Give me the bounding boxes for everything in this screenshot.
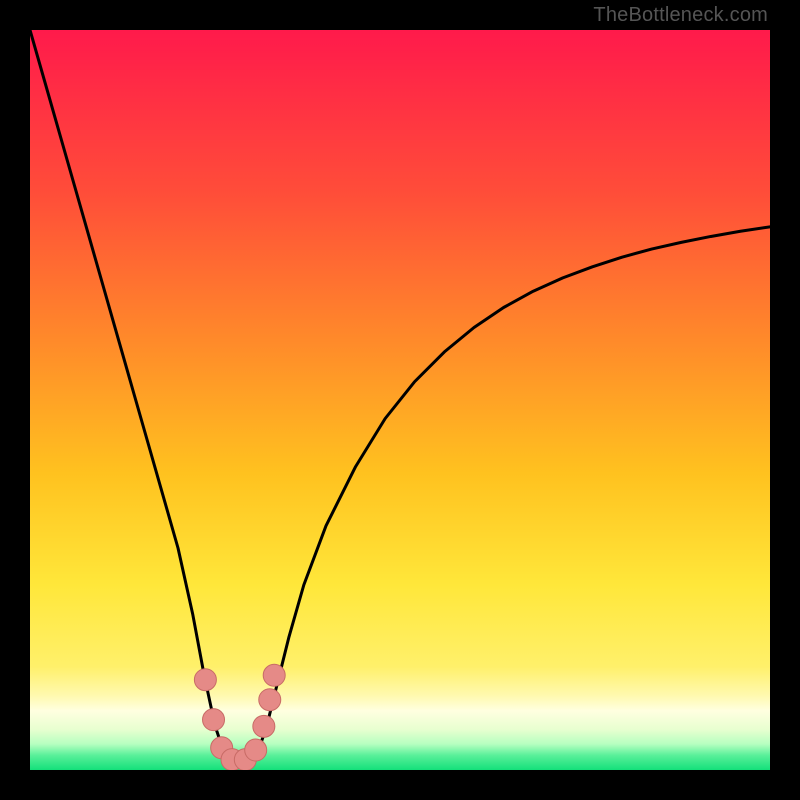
curve-marker xyxy=(245,739,267,761)
curve-marker xyxy=(203,709,225,731)
curve-marker xyxy=(253,715,275,737)
plot-area xyxy=(30,30,770,770)
watermark-text: TheBottleneck.com xyxy=(593,4,768,27)
bottleneck-curve xyxy=(30,30,770,761)
curve-marker xyxy=(259,689,281,711)
curve-marker xyxy=(194,669,216,691)
chart-frame: TheBottleneck.com xyxy=(0,0,800,800)
chart-svg xyxy=(30,30,770,770)
curve-markers xyxy=(194,664,285,770)
curve-path xyxy=(30,30,770,761)
curve-marker xyxy=(263,664,285,686)
